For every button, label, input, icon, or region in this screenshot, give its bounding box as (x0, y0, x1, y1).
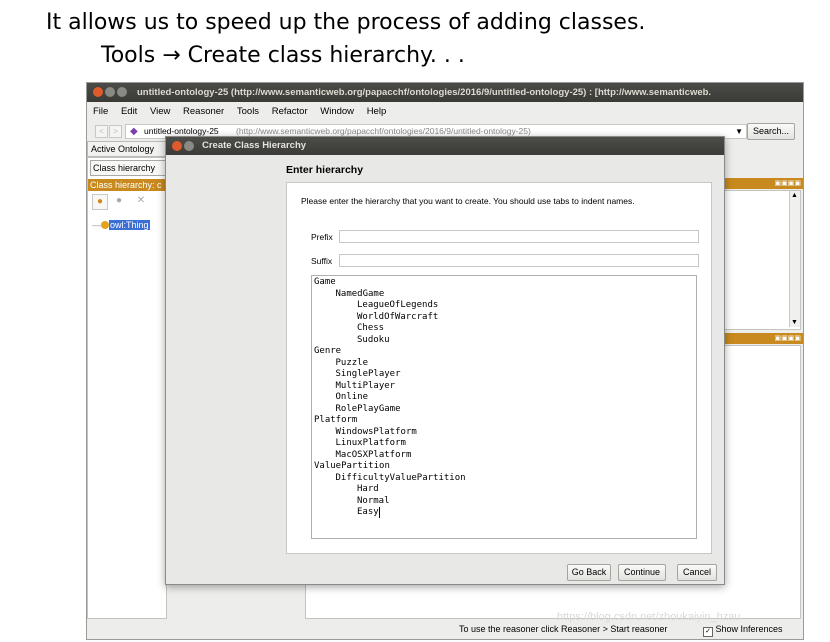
back-arrow-icon[interactable]: < (95, 125, 108, 138)
hierarchy-line: DifficultyValuePartition (335, 472, 466, 483)
scroll-up-icon[interactable]: ▲ (791, 192, 798, 199)
maximize-icon[interactable] (117, 87, 127, 97)
hierarchy-line: MultiPlayer (335, 380, 396, 391)
hierarchy-line: Hard (357, 484, 379, 494)
dialog-heading: Enter hierarchy (286, 164, 364, 176)
menu-bar: File Edit View Reasoner Tools Refactor W… (87, 103, 803, 121)
menu-reasoner[interactable]: Reasoner (183, 106, 224, 117)
delete-class-icon[interactable]: ✕ (134, 194, 148, 208)
close-icon[interactable] (93, 87, 103, 97)
menu-refactor[interactable]: Refactor (272, 106, 308, 117)
hierarchy-form-panel: Please enter the hierarchy that you want… (286, 182, 712, 554)
vertical-scrollbar[interactable]: ▲ ▼ (789, 191, 800, 327)
hierarchy-line: MacOSXPlatform (335, 449, 412, 460)
instructions-text: Please enter the hierarchy that you want… (301, 196, 635, 206)
tab-active-ontology[interactable]: Active Ontology (87, 141, 172, 157)
suffix-label: Suffix (311, 256, 333, 266)
hierarchy-line: WindowsPlatform (335, 426, 417, 437)
description-panel-header: ▣▣▣▣ (723, 333, 803, 344)
menu-file[interactable]: File (93, 106, 108, 117)
show-inferences-toggle[interactable]: ✓ Show Inferences (703, 624, 783, 637)
go-back-button[interactable]: Go Back (567, 564, 611, 581)
dialog-title: Create Class Hierarchy (202, 140, 307, 151)
tab-class-hierarchy[interactable]: Class hierarchy (90, 160, 166, 176)
hierarchy-line: Easy (357, 507, 379, 517)
menu-window[interactable]: Window (320, 106, 354, 117)
scroll-down-icon[interactable]: ▼ (791, 319, 798, 326)
window-title-bar: untitled-ontology-25 (http://www.semanti… (87, 83, 803, 102)
hierarchy-textarea[interactable]: Game NamedGame LeagueOfLegends WorldOfWarcr… (311, 275, 697, 539)
hierarchy-line: SinglePlayer (335, 369, 401, 379)
prefix-input[interactable] (339, 230, 699, 243)
watermark-text: https://blog.csdn.net/zhoukaiyin_hzau (557, 611, 741, 623)
hierarchy-line: Platform (314, 415, 358, 425)
hierarchy-line: Puzzle (335, 357, 369, 368)
panel-controls-icon-2[interactable]: ▣▣▣▣ (775, 333, 801, 344)
hierarchy-line: LinuxPlatform (335, 438, 406, 448)
panel-controls-icon[interactable]: ▣▣▣▣ (775, 178, 801, 189)
slide-line-2: Tools → Create class hierarchy. . . (101, 43, 465, 68)
hierarchy-line: Online (335, 392, 369, 402)
hierarchy-line: ValuePartition (314, 461, 390, 471)
slide-line-1: It allows us to speed up the process of … (46, 10, 646, 35)
dialog-title-bar: Create Class Hierarchy (166, 137, 724, 155)
hierarchy-line: Sudoku (357, 334, 390, 345)
hierarchy-line: Chess (357, 323, 385, 333)
hierarchy-line: Genre (314, 346, 342, 356)
hierarchy-line: LeagueOfLegends (357, 300, 439, 310)
menu-view[interactable]: View (150, 106, 170, 117)
hierarchy-line: WorldOfWarcraft (357, 311, 439, 322)
continue-button[interactable]: Continue (618, 564, 666, 581)
class-circle-icon (101, 221, 109, 229)
suffix-input[interactable] (339, 254, 699, 267)
menu-tools[interactable]: Tools (237, 106, 259, 117)
create-class-hierarchy-dialog: Create Class Hierarchy Enter hierarchy P… (165, 136, 725, 585)
dialog-close-icon[interactable] (172, 141, 182, 151)
chevron-down-icon[interactable]: ▼ (735, 125, 743, 138)
status-text: To use the reasoner click Reasoner > Sta… (459, 624, 668, 634)
hierarchy-line: Normal (357, 495, 390, 506)
ontology-diamond-icon: ◆ (130, 126, 138, 137)
prefix-label: Prefix (311, 232, 333, 242)
show-inferences-label: Show Inferences (715, 624, 783, 634)
search-button[interactable]: Search... (747, 123, 795, 140)
annotations-panel-header: ▣▣▣▣ (723, 178, 803, 189)
dialog-minimize-icon[interactable] (184, 141, 194, 151)
text-caret (379, 507, 380, 518)
root-class-label: owl:Thing (109, 220, 150, 230)
hierarchy-line: NamedGame (335, 288, 385, 299)
class-panel: Class hierarchy Class hierarchy: c ● ● ✕… (87, 157, 168, 619)
minimize-icon[interactable] (105, 87, 115, 97)
hierarchy-line: RolePlayGame (335, 403, 401, 414)
window-title: untitled-ontology-25 (http://www.semanti… (137, 87, 712, 98)
checkbox-checked-icon[interactable]: ✓ (703, 627, 713, 637)
hierarchy-line: Game (314, 277, 336, 287)
forward-arrow-icon[interactable]: > (109, 125, 122, 138)
add-subclass-icon[interactable]: ● (92, 194, 108, 210)
cancel-button[interactable]: Cancel (677, 564, 717, 581)
add-sibling-icon[interactable]: ● (112, 194, 126, 208)
menu-edit[interactable]: Edit (121, 106, 137, 117)
class-panel-header: Class hierarchy: c (88, 179, 168, 191)
tree-item-owl-thing[interactable]: — owl:Thing (92, 219, 164, 231)
menu-help[interactable]: Help (367, 106, 387, 117)
